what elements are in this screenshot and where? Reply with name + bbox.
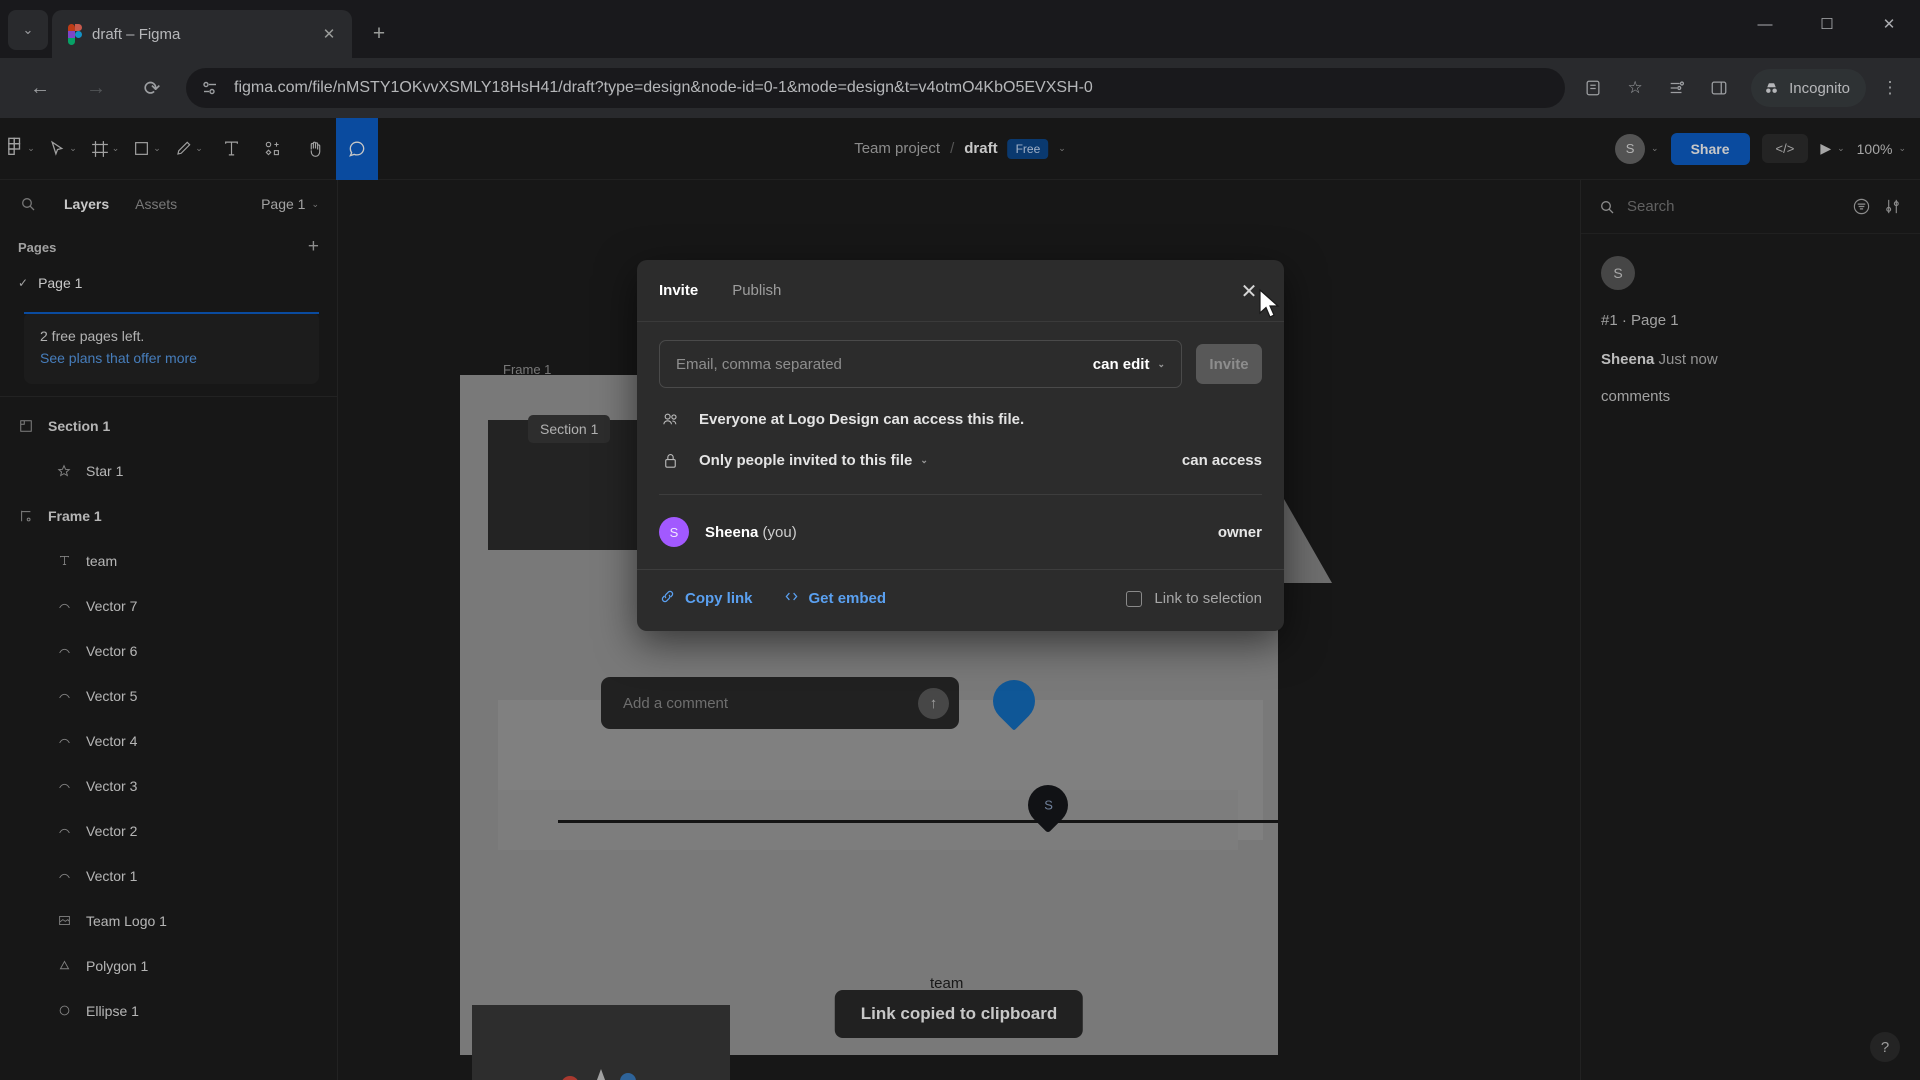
link-to-selection-label: Link to selection: [1154, 590, 1262, 607]
person-role: owner: [1217, 523, 1262, 541]
copy-link-label: Copy link: [685, 590, 753, 607]
code-icon: [783, 588, 800, 609]
tab-invite[interactable]: Invite: [659, 282, 698, 299]
share-modal-header: Invite Publish ✕: [637, 260, 1284, 322]
get-embed-label: Get embed: [808, 590, 887, 607]
lock-icon: [659, 451, 681, 470]
org-access-row: Everyone at Logo Design can access this …: [659, 388, 1262, 429]
share-modal: Invite Publish ✕ Email, comma separated …: [637, 260, 1284, 631]
people-icon: [659, 410, 681, 429]
org-access-text: Everyone at Logo Design can access this …: [699, 411, 1025, 428]
link-to-selection-option[interactable]: Link to selection: [1126, 590, 1262, 607]
permission-dropdown[interactable]: can edit ⌄: [1093, 356, 1165, 373]
link-access-row: Only people invited to this file ⌄ can a…: [659, 429, 1262, 470]
link-access-label: Only people invited to this file: [699, 452, 913, 469]
app-root: ⌄ draft – Figma ✕ + — ☐ ✕ ← → ⟳ figma.co…: [0, 0, 1920, 1080]
link-access-dropdown[interactable]: Only people invited to this file ⌄: [699, 452, 928, 469]
person-you-suffix: (you): [762, 523, 797, 541]
invite-row: Email, comma separated can edit ⌄ Invite: [659, 340, 1262, 388]
chevron-down-icon: ⌄: [920, 455, 928, 465]
copy-link-button[interactable]: Copy link: [659, 588, 753, 609]
share-modal-footer: Copy link Get embed Link to selection: [637, 569, 1284, 631]
invite-button[interactable]: Invite: [1196, 344, 1262, 384]
link-icon: [659, 588, 676, 609]
email-input[interactable]: Email, comma separated: [676, 356, 1093, 373]
person-name: Sheena (you): [705, 524, 797, 541]
invite-email-field[interactable]: Email, comma separated can edit ⌄: [659, 340, 1182, 388]
share-modal-body: Email, comma separated can edit ⌄ Invite…: [637, 322, 1284, 569]
person-name-text: Sheena: [705, 523, 759, 541]
avatar: S: [659, 517, 689, 547]
mouse-cursor: [1259, 288, 1280, 318]
permission-label: can edit: [1092, 355, 1150, 373]
get-embed-button[interactable]: Get embed: [783, 588, 887, 609]
person-row: S Sheena (you) owner: [659, 495, 1262, 569]
checkbox[interactable]: [1126, 590, 1143, 607]
chevron-down-icon: ⌄: [1157, 358, 1165, 369]
tab-publish[interactable]: Publish: [732, 282, 781, 299]
link-access-permission[interactable]: can access: [1182, 452, 1262, 469]
